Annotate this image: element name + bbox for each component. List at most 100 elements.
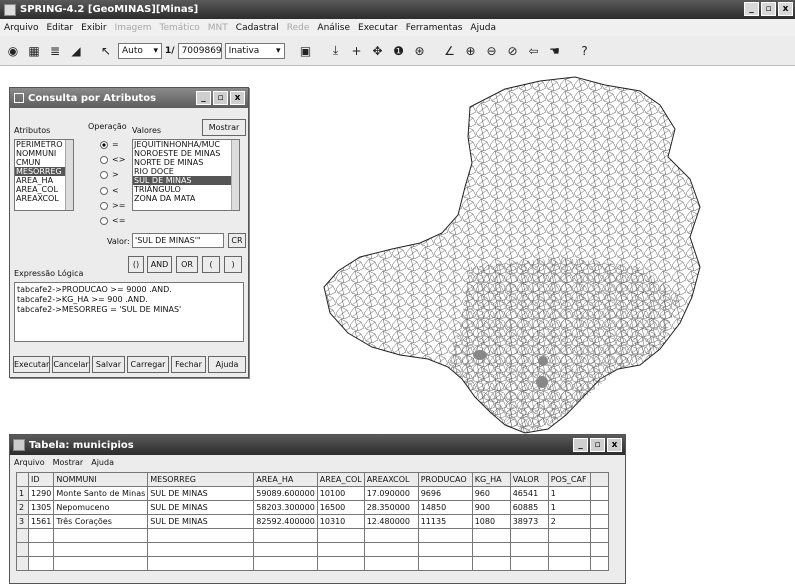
column-header[interactable]: AREA_COL: [316, 472, 365, 487]
query-icon[interactable]: ⊛: [411, 42, 429, 60]
table-cell[interactable]: 1080: [471, 514, 511, 529]
save-button[interactable]: Salvar: [92, 356, 125, 373]
zoom-in-icon[interactable]: ⊕: [462, 42, 480, 60]
open-paren-button[interactable]: (: [202, 256, 220, 273]
back-icon[interactable]: ⇦: [525, 42, 543, 60]
table-cell[interactable]: 1305: [27, 500, 55, 515]
column-header[interactable]: AREAXCOL: [363, 472, 419, 487]
close-button[interactable]: x: [778, 2, 793, 16]
table-cell[interactable]: 82592.400000: [253, 514, 318, 529]
column-header[interactable]: NOMMUNI: [53, 472, 149, 487]
database-icon[interactable]: ◉: [4, 42, 22, 60]
minimize-button[interactable]: _: [744, 2, 759, 16]
table-menu-ajuda[interactable]: Ajuda: [87, 458, 118, 467]
list-item[interactable]: ZONA DA MATA: [133, 194, 239, 203]
column-header[interactable]: VALOR: [509, 472, 549, 487]
pan-icon[interactable]: ✥: [369, 42, 387, 60]
list-item[interactable]: JEQUITINHONHA/MUC: [133, 140, 239, 149]
table-menu-mostrar[interactable]: Mostrar: [49, 458, 88, 467]
state-select[interactable]: Inativa ▾: [224, 42, 285, 59]
column-header[interactable]: ID: [27, 472, 55, 487]
menu-ajuda[interactable]: Ajuda: [466, 23, 500, 33]
scale-input[interactable]: 7009869: [177, 42, 222, 59]
column-header[interactable]: MESORREG: [147, 472, 255, 487]
dialog-minimize-button[interactable]: _: [196, 91, 211, 105]
show-button[interactable]: Mostrar: [202, 119, 246, 136]
and-button[interactable]: AND: [147, 256, 172, 273]
list-item[interactable]: RIO DOCE: [133, 167, 239, 176]
menu-ferramentas[interactable]: Ferramentas: [402, 23, 467, 33]
table-close-button[interactable]: x: [607, 438, 622, 452]
table-cell[interactable]: 38973: [509, 514, 549, 529]
value-input[interactable]: 'SUL DE MINAS'": [132, 233, 224, 248]
menu-editar[interactable]: Editar: [42, 23, 77, 33]
help-button[interactable]: Ajuda: [208, 356, 246, 373]
table-cell[interactable]: 1: [547, 486, 591, 501]
grid-icon[interactable]: ▣: [297, 42, 315, 60]
operator-not-equal[interactable]: <>: [100, 155, 125, 164]
menu-arquivo[interactable]: Arquivo: [0, 23, 42, 33]
operator-less[interactable]: <: [100, 186, 119, 195]
menu-analise[interactable]: Análise: [313, 23, 354, 33]
table-row-empty[interactable]: [16, 542, 609, 557]
table-cell[interactable]: 10310: [316, 514, 365, 529]
table-cell[interactable]: 1: [547, 500, 591, 515]
table-cell[interactable]: SUL DE MINAS: [147, 500, 255, 515]
table-cell[interactable]: 60885: [509, 500, 549, 515]
eraser-icon[interactable]: ◢: [67, 42, 85, 60]
table-cell[interactable]: 16500: [316, 500, 365, 515]
cancel-button[interactable]: Cancelar: [52, 356, 90, 373]
table-cell[interactable]: Três Corações: [53, 514, 149, 529]
attributes-list[interactable]: PERIMETRO NOMMUNI CMUN MESORREG AREA_HA …: [14, 139, 74, 211]
project-icon[interactable]: ▦: [25, 42, 43, 60]
dialog-restore-button[interactable]: ▫: [213, 91, 228, 105]
values-list[interactable]: JEQUITINHONHA/MUC NOROESTE DE MINAS NORT…: [132, 139, 240, 211]
list-item[interactable]: TRIÂNGULO: [133, 185, 239, 194]
list-item[interactable]: NORTE DE MINAS: [133, 158, 239, 167]
operator-less-equal[interactable]: <=: [100, 216, 125, 225]
table-row-empty[interactable]: [16, 556, 609, 571]
query-dialog-titlebar[interactable]: Consulta por Atributos _ ▫ x: [10, 88, 248, 108]
menu-cadastral[interactable]: Cadastral: [232, 23, 283, 33]
table-row-empty[interactable]: [16, 528, 609, 543]
table-menu-arquivo[interactable]: Arquivo: [10, 458, 49, 467]
table-cell[interactable]: 58203.300000: [253, 500, 318, 515]
table-restore-button[interactable]: ▫: [590, 438, 605, 452]
table-cell[interactable]: 900: [471, 500, 511, 515]
cr-button[interactable]: CR: [228, 233, 246, 248]
column-header[interactable]: AREA_HA: [253, 472, 318, 487]
layers-icon[interactable]: ≣: [46, 42, 64, 60]
table-minimize-button[interactable]: _: [573, 438, 588, 452]
zoom-area-icon[interactable]: ⊘: [504, 42, 522, 60]
table-cell[interactable]: 14850: [417, 500, 473, 515]
close-dialog-button[interactable]: Fechar: [171, 356, 206, 373]
cursor-icon[interactable]: ↖: [97, 42, 115, 60]
column-header[interactable]: POS_CAF: [547, 472, 591, 487]
table-cell[interactable]: Nepomuceno: [53, 500, 149, 515]
attribute-table[interactable]: ID NOMMUNI MESORREG AREA_HA AREA_COL ARE…: [16, 472, 609, 571]
operator-greater[interactable]: >: [100, 170, 119, 179]
info-icon[interactable]: ❶: [390, 42, 408, 60]
table-cell[interactable]: 960: [471, 486, 511, 501]
table-row[interactable]: 2 1305 Nepomuceno SUL DE MINAS 58203.300…: [16, 500, 609, 515]
parens-pair-button[interactable]: (): [128, 256, 144, 273]
operator-equal[interactable]: =: [100, 140, 119, 149]
table-window-titlebar[interactable]: Tabela: municipios _ ▫ x: [10, 435, 625, 455]
values-scrollbar[interactable]: [231, 140, 239, 210]
load-button[interactable]: Carregar: [127, 356, 169, 373]
crosshair-icon[interactable]: +: [348, 42, 366, 60]
table-cell[interactable]: 11135: [417, 514, 473, 529]
attributes-scrollbar[interactable]: [65, 140, 73, 210]
operator-greater-equal[interactable]: >=: [100, 201, 125, 210]
dialog-close-button[interactable]: x: [230, 91, 245, 105]
table-cell[interactable]: 1290: [27, 486, 55, 501]
table-cell[interactable]: 59089.600000: [253, 486, 318, 501]
help-icon[interactable]: ?: [576, 42, 594, 60]
table-cell[interactable]: 1561: [27, 514, 55, 529]
expression-textarea[interactable]: tabcafe2->PRODUCAO >= 9000 .AND. tabcafe…: [14, 282, 244, 342]
download-icon[interactable]: ⤓: [327, 42, 345, 60]
table-cell[interactable]: 17.090000: [363, 486, 419, 501]
column-header[interactable]: PRODUCAO: [417, 472, 473, 487]
hand-icon[interactable]: ☚: [546, 42, 564, 60]
column-header[interactable]: KG_HA: [471, 472, 511, 487]
